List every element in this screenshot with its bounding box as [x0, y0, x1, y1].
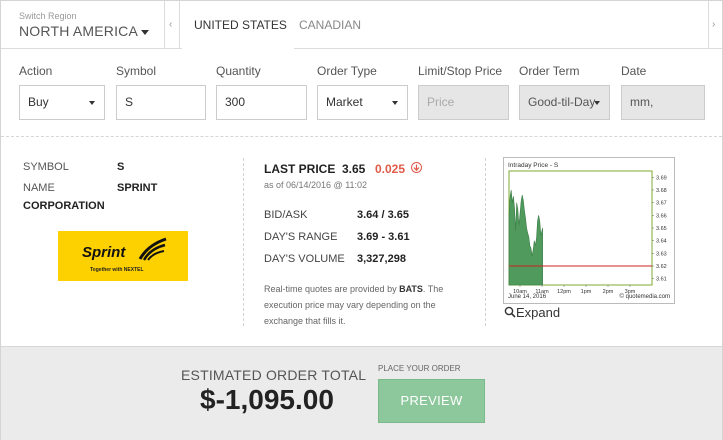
action-select-value: Buy [28, 95, 49, 109]
symbol-field-label: SYMBOL [23, 161, 69, 173]
chart-x-tick-label: 12pm [557, 289, 571, 295]
tab-united-states[interactable]: UNITED STATES [194, 18, 287, 32]
place-order-label: PLACE YOUR ORDER [378, 364, 461, 373]
tabs-scroll-left[interactable]: ‹ [166, 1, 180, 48]
limit-stop-label: Limit/Stop Price [418, 64, 503, 78]
last-price-label: LAST PRICE [264, 162, 336, 176]
days-volume-label: DAY'S VOLUME [264, 253, 345, 265]
region-switcher-label: Switch Region [19, 11, 77, 21]
date-label: Date [621, 64, 647, 78]
name-field-value: SPRINT [117, 182, 158, 194]
symbol-field-value: S [117, 161, 125, 173]
days-range-value: 3.69 - 3.61 [357, 231, 410, 243]
order-footer: ESTIMATED ORDER TOTAL $-1,095.00 PLACE Y… [1, 346, 722, 440]
name-field-value-cont: CORPORATION [23, 200, 105, 212]
chart-y-tick-label: 3.67 [656, 201, 667, 207]
logo-wordmark: Sprint [82, 244, 126, 261]
order-term-select-value: Good-til-Day [528, 95, 596, 109]
symbol-label: Symbol [116, 64, 157, 78]
quantity-label: Quantity [216, 64, 261, 78]
magnifier-icon [504, 306, 516, 318]
caret-down-icon [594, 101, 600, 105]
symbol-input[interactable]: S [116, 85, 206, 120]
tabs-scroll-right[interactable]: › [708, 1, 722, 48]
intraday-chart[interactable]: Intraday Price - S June 14, 2016 © quote… [503, 157, 675, 304]
top-bar: Switch Region NORTH AMERICA ‹ UNITED STA… [1, 1, 722, 49]
chart-x-tick-label: 2pm [603, 289, 614, 295]
symbol-input-value: S [125, 95, 134, 109]
chart-y-tick-label: 3.68 [656, 188, 667, 194]
chart-y-tick-label: 3.61 [656, 277, 667, 283]
expand-label: Expand [516, 305, 561, 320]
disclaimer-provider: BATS [399, 284, 423, 294]
chart-x-tick-label: 3pm [625, 289, 636, 295]
chevron-right-icon: › [712, 19, 716, 30]
chart-title: Intraday Price - S [508, 162, 559, 169]
action-label: Action [19, 64, 53, 78]
date-input-value: mm, [630, 95, 654, 109]
chart-y-tick-label: 3.66 [656, 213, 667, 219]
caret-down-icon [392, 101, 398, 105]
bid-ask-value: 3.64 / 3.65 [357, 209, 409, 221]
logo-tagline: Together with NEXTEL [90, 267, 144, 273]
divider [243, 158, 244, 326]
chart-series-area [508, 189, 543, 286]
date-input[interactable]: mm, [621, 85, 705, 120]
quote-disclaimer: Real-time quotes are provided by BATS. T… [264, 281, 464, 329]
chart-y-tick-label: 3.64 [656, 239, 667, 245]
caret-down-icon [89, 101, 95, 105]
chart-x-tick-label: 10am [513, 289, 527, 295]
intraday-chart-canvas: Intraday Price - S June 14, 2016 © quote… [508, 162, 670, 300]
region-switcher-value: NORTH AMERICA [19, 23, 139, 39]
quote-details: SYMBOL S NAME SPRINT CORPORATION Sprint … [1, 138, 722, 346]
name-field-label: NAME [23, 182, 55, 194]
order-form: Action Buy Symbol S Quantity 300 Order T… [1, 49, 722, 137]
order-type-select[interactable]: Market [317, 85, 408, 120]
quantity-input-value: 300 [225, 95, 246, 109]
order-type-label: Order Type [317, 64, 377, 78]
company-logo: Sprint Together with NEXTEL [58, 231, 188, 281]
chart-y-tick-label: 3.62 [656, 264, 667, 270]
chart-y-tick-label: 3.65 [656, 226, 667, 232]
estimated-total-value: $-1,095.00 [200, 384, 334, 415]
chart-y-tick-label: 3.63 [656, 251, 667, 257]
chart-x-tick-label: 1pm [581, 289, 592, 295]
sprint-pin-icon [138, 237, 167, 261]
order-term-select[interactable]: Good-til-Day [519, 85, 610, 120]
days-volume-value: 3,327,298 [357, 253, 406, 265]
chart-x-tick-label: 11am [535, 289, 549, 295]
last-price-value: 3.65 [342, 162, 366, 176]
caret-down-icon [141, 30, 149, 35]
region-switcher[interactable]: Switch Region NORTH AMERICA [1, 1, 165, 48]
quantity-input[interactable]: 300 [216, 85, 307, 120]
down-arrow-icon [411, 162, 422, 173]
trade-ticket: Switch Region NORTH AMERICA ‹ UNITED STA… [0, 0, 723, 440]
expand-chart-button[interactable]: Expand [504, 305, 560, 320]
limit-stop-price-input[interactable]: Price [418, 85, 509, 120]
disclaimer-text-1: Real-time quotes are provided by [264, 284, 400, 294]
divider [485, 158, 486, 326]
order-type-select-value: Market [326, 95, 363, 109]
preview-button[interactable]: PREVIEW [378, 379, 485, 423]
order-term-label: Order Term [519, 64, 580, 78]
action-select[interactable]: Buy [19, 85, 105, 120]
chevron-left-icon: ‹ [169, 19, 173, 30]
chart-y-tick-label: 3.69 [656, 175, 667, 181]
bid-ask-label: BID/ASK [264, 209, 308, 221]
tab-canadian[interactable]: CANADIAN [299, 18, 361, 32]
days-range-label: DAY'S RANGE [264, 231, 338, 243]
limit-stop-price-placeholder: Price [427, 95, 455, 109]
estimated-total-label: ESTIMATED ORDER TOTAL [181, 367, 367, 383]
quote-timestamp: as of 06/14/2016 @ 11:02 [264, 180, 368, 190]
price-change-value: 0.025 [375, 162, 406, 176]
